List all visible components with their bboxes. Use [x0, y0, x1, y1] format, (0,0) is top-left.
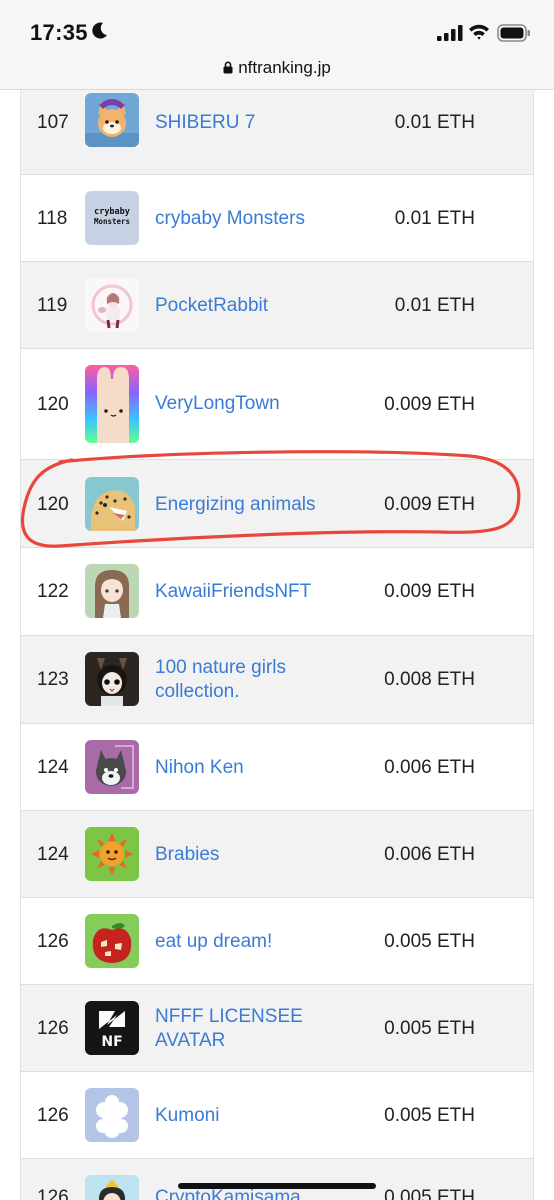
rank-cell: 126: [37, 1187, 69, 1200]
rank-cell: 123: [37, 669, 69, 690]
sun-creature-icon: [85, 827, 139, 881]
table-row[interactable]: 122 KawaiiFriendsNFT 0.009 ETH: [21, 548, 533, 636]
collection-name-link[interactable]: Kumoni: [155, 1104, 365, 1128]
rank-cell: 120: [37, 394, 69, 415]
lock-icon: [223, 61, 233, 74]
price-cell: 0.009 ETH: [384, 394, 475, 415]
collection-name-link[interactable]: KawaiiFriendsNFT: [155, 580, 365, 604]
table-row[interactable]: 118 crybaby Monsters crybaby Monsters 0.0…: [21, 175, 533, 262]
price-cell: 0.008 ETH: [384, 669, 475, 690]
price-cell: 0.01 ETH: [394, 295, 475, 316]
collection-name-link[interactable]: Nihon Ken: [155, 756, 365, 780]
table-row[interactable]: 126 Kumoni 0.005 ETH: [21, 1072, 533, 1159]
rank-cell: 107: [37, 112, 69, 133]
collection-name-link[interactable]: VeryLongTown: [155, 392, 365, 416]
table-row[interactable]: 120 VeryLongTown 0.009 ETH: [21, 349, 533, 460]
rank-cell: 126: [37, 1018, 69, 1039]
home-indicator[interactable]: [178, 1183, 376, 1189]
crybaby-monsters-logo-icon: crybaby Monsters: [85, 191, 139, 245]
table-row[interactable]: 124 Brabies 0.006 ETH: [21, 811, 533, 898]
svg-text:Monsters: Monsters: [94, 217, 130, 226]
rank-cell: 120: [37, 494, 69, 515]
svg-text:NF: NF: [101, 1034, 122, 1050]
long-rabbit-icon: [85, 365, 139, 443]
collection-name-link[interactable]: SHIBERU 7: [155, 111, 365, 135]
table-row[interactable]: 124 Nihon Ken 0.006 ETH: [21, 724, 533, 811]
price-cell: 0.005 ETH: [384, 1187, 475, 1200]
price-cell: 0.01 ETH: [394, 112, 475, 133]
collection-name-link[interactable]: crybaby Monsters: [155, 207, 365, 231]
price-cell: 0.01 ETH: [394, 208, 475, 229]
cloud-creature-icon: [85, 1088, 139, 1142]
table-row[interactable]: 126 NF NFFF LICENSEE AVATAR 0.005 ETH: [21, 985, 533, 1072]
cheetah-icon: [85, 477, 139, 531]
apple-icon: [85, 914, 139, 968]
table-row[interactable]: 119 PocketRabbit 0.01 ETH: [21, 262, 533, 349]
browser-top-bar: 17:35 nftranking.jp: [0, 0, 554, 90]
rank-cell: 124: [37, 757, 69, 778]
price-cell: 0.005 ETH: [384, 1018, 475, 1039]
table-row[interactable]: 107 SHIBERU 7 0.01 ETH: [21, 90, 533, 175]
pocket-rabbit-icon: [85, 278, 139, 332]
price-cell: 0.005 ETH: [384, 931, 475, 952]
rank-cell: 124: [37, 844, 69, 865]
do-not-disturb-moon-icon: [92, 22, 107, 39]
table-row[interactable]: 120 Energizing animals 0.009 ETH: [21, 460, 533, 548]
svg-text:crybaby: crybaby: [94, 207, 130, 217]
shiba-dog-icon: [85, 93, 139, 147]
kawaii-girl-icon: [85, 564, 139, 618]
table-row[interactable]: 126 eat up dream! 0.005 ETH: [21, 898, 533, 985]
price-cell: 0.009 ETH: [384, 494, 475, 515]
collection-name-link[interactable]: PocketRabbit: [155, 294, 365, 318]
price-cell: 0.009 ETH: [384, 581, 475, 602]
rank-cell: 119: [37, 295, 68, 316]
url-text: nftranking.jp: [238, 58, 331, 77]
collection-name-link[interactable]: Energizing animals: [155, 493, 365, 517]
rank-cell: 118: [37, 208, 68, 229]
price-cell: 0.005 ETH: [384, 1105, 475, 1126]
collection-name-link[interactable]: 100 nature girls collection.: [155, 656, 365, 704]
status-time: 17:35: [30, 20, 88, 45]
battery-icon: [497, 24, 530, 42]
collection-name-link[interactable]: eat up dream!: [155, 930, 365, 954]
wifi-icon: [469, 24, 489, 40]
rank-cell: 126: [37, 1105, 69, 1126]
nature-girl-icon: [85, 652, 139, 706]
nf-logo-icon: NF: [85, 1001, 139, 1055]
price-cell: 0.006 ETH: [384, 844, 475, 865]
ranking-table: 107 SHIBERU 7 0.01 ETH 118 crybaby Monste…: [20, 90, 534, 1200]
nihon-ken-dog-icon: [85, 740, 139, 794]
address-bar[interactable]: nftranking.jp: [0, 58, 554, 78]
kamisama-icon: [85, 1175, 139, 1200]
table-row[interactable]: 126 CryptoKamisama 0.005 ETH: [21, 1159, 533, 1200]
collection-name-link[interactable]: Brabies: [155, 843, 365, 867]
cellular-signal-icon: [437, 25, 463, 41]
table-row[interactable]: 123 100 nature girls collection. 0.008 E…: [21, 636, 533, 724]
price-cell: 0.006 ETH: [384, 757, 475, 778]
rank-cell: 126: [37, 931, 69, 952]
collection-name-link[interactable]: NFFF LICENSEE AVATAR: [155, 1005, 365, 1053]
rank-cell: 122: [37, 581, 69, 602]
